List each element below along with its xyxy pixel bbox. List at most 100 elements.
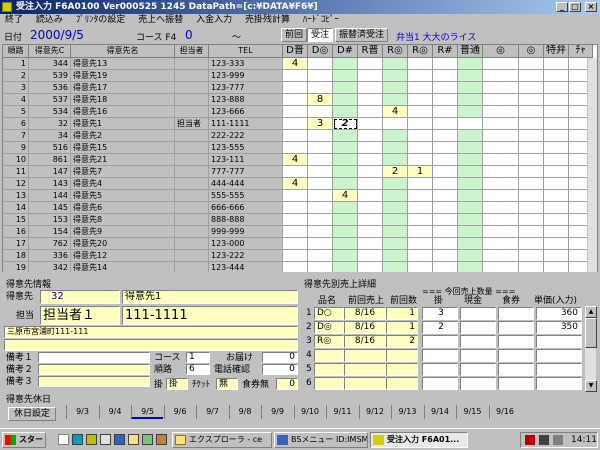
- meal-ticket-field[interactable]: 0: [276, 378, 298, 390]
- detail-ticket-input[interactable]: [498, 349, 534, 362]
- qty-cell-r-regular[interactable]: [358, 118, 383, 130]
- qty-cell-r-double[interactable]: [408, 190, 433, 202]
- qty-cell-r-sharp[interactable]: [433, 118, 458, 130]
- qty-cell-r-sharp[interactable]: [433, 94, 458, 106]
- qty-cell-normal[interactable]: [458, 94, 483, 106]
- table-row[interactable]: 18 336 得意先12 123-222: [3, 250, 597, 262]
- grid-scrollbar[interactable]: [587, 58, 597, 272]
- task-bs-menu[interactable]: BSメニュー ID:IMSME...: [274, 432, 368, 448]
- qty-cell-d-regular[interactable]: 4: [283, 178, 308, 190]
- qty-cell-d-sharp[interactable]: [333, 130, 358, 142]
- menu-payment-input[interactable]: 入金入力: [191, 14, 237, 27]
- holiday-day[interactable]: 9/10: [293, 405, 326, 419]
- col-d-circle[interactable]: D◎: [308, 45, 333, 58]
- detail-unit-price[interactable]: [536, 363, 582, 376]
- qty-cell-r-circle[interactable]: [383, 94, 408, 106]
- qty-cell-r-sharp[interactable]: [433, 250, 458, 262]
- holiday-settings-button[interactable]: 休日設定: [8, 407, 56, 421]
- qty-cell-r-regular[interactable]: [358, 226, 383, 238]
- qty-cell-r-regular[interactable]: [358, 58, 383, 70]
- qty-cell-d-circle[interactable]: [308, 238, 333, 250]
- course-field-2[interactable]: 1: [186, 352, 210, 363]
- qty-cell-double[interactable]: [519, 118, 544, 130]
- qty-cell-d-sharp[interactable]: [333, 214, 358, 226]
- qty-cell-r-sharp[interactable]: [433, 130, 458, 142]
- detail-ticket-input[interactable]: [498, 363, 534, 376]
- qty-cell-d-regular[interactable]: [283, 70, 308, 82]
- course-field[interactable]: 0: [185, 28, 193, 42]
- qty-cell-d-sharp[interactable]: [333, 94, 358, 106]
- qty-cell-r-circle[interactable]: [383, 238, 408, 250]
- qty-cell-r-circle[interactable]: [383, 154, 408, 166]
- qty-cell-double[interactable]: [519, 94, 544, 106]
- menu-transfer-to-sales[interactable]: 売上へ振替: [133, 14, 188, 27]
- col-d-sharp[interactable]: D#: [333, 45, 358, 58]
- qty-cell-special[interactable]: [544, 226, 569, 238]
- tel-field[interactable]: 111-1111: [122, 306, 298, 325]
- tab-order[interactable]: 受注: [307, 28, 334, 42]
- qty-cell-double[interactable]: [519, 202, 544, 214]
- detail-unit-price[interactable]: 350: [536, 321, 582, 334]
- qty-cell-special[interactable]: [544, 202, 569, 214]
- col-tel[interactable]: TEL: [209, 45, 283, 58]
- table-row[interactable]: 4 537 得意先18 123-888 8: [3, 94, 597, 106]
- holiday-day[interactable]: 9/5: [131, 405, 163, 419]
- qty-cell-r-circle[interactable]: 2: [383, 166, 408, 178]
- detail-scrollbar[interactable]: ▲ ▼: [584, 306, 597, 392]
- volume-icon[interactable]: [553, 435, 563, 445]
- qty-cell-d-circle[interactable]: [308, 202, 333, 214]
- holiday-day[interactable]: 9/9: [261, 405, 293, 419]
- qty-cell-d-sharp[interactable]: [333, 82, 358, 94]
- qty-cell-normal[interactable]: [458, 166, 483, 178]
- qty-cell-double[interactable]: [519, 226, 544, 238]
- qty-cell-r-circle[interactable]: [383, 202, 408, 214]
- qty-cell-r-regular[interactable]: [358, 238, 383, 250]
- table-row[interactable]: 1 344 得意先13 123-333 4: [3, 58, 597, 70]
- qty-cell-d-regular[interactable]: [283, 202, 308, 214]
- qty-cell-double[interactable]: [519, 106, 544, 118]
- qty-cell-d-sharp[interactable]: [333, 142, 358, 154]
- qty-cell-special[interactable]: [544, 238, 569, 250]
- menu-hardcopy[interactable]: ﾊｰﾄﾞｺﾋﾟｰ: [298, 14, 344, 27]
- qty-cell-normal[interactable]: [458, 130, 483, 142]
- table-row[interactable]: 16 154 得意先9 999-999: [3, 226, 597, 238]
- qty-cell-r-regular[interactable]: [358, 130, 383, 142]
- col-r-double[interactable]: R◎: [408, 45, 433, 58]
- qty-cell-d-regular[interactable]: 4: [283, 58, 308, 70]
- detail-ticket-input[interactable]: [498, 307, 534, 320]
- col-normal[interactable]: 普通: [458, 45, 483, 58]
- qty-cell-r-regular[interactable]: [358, 106, 383, 118]
- qty-cell-r-sharp[interactable]: [433, 226, 458, 238]
- detail-kake-input[interactable]: [422, 377, 458, 390]
- qty-cell-special[interactable]: [544, 154, 569, 166]
- qty-cell-r-circle[interactable]: [383, 82, 408, 94]
- note2-field[interactable]: [38, 364, 150, 375]
- qty-cell-r-regular[interactable]: [358, 70, 383, 82]
- folder-quick-icon[interactable]: [114, 434, 125, 445]
- qty-cell-r-sharp[interactable]: [433, 82, 458, 94]
- qty-cell-r-double[interactable]: [408, 94, 433, 106]
- detail-cash-input[interactable]: [460, 377, 496, 390]
- qty-cell-circle[interactable]: [483, 82, 519, 94]
- qty-cell-r-sharp[interactable]: [433, 190, 458, 202]
- qty-cell-r-regular[interactable]: [358, 178, 383, 190]
- col-circle[interactable]: ◎: [483, 45, 519, 58]
- qty-cell-d-circle[interactable]: [308, 142, 333, 154]
- qty-cell-circle[interactable]: [483, 214, 519, 226]
- qty-cell-circle[interactable]: [483, 166, 519, 178]
- qty-cell-r-circle[interactable]: [383, 214, 408, 226]
- qty-cell-double[interactable]: [519, 250, 544, 262]
- qty-cell-double[interactable]: [519, 238, 544, 250]
- qty-cell-r-double[interactable]: [408, 118, 433, 130]
- qty-cell-d-regular[interactable]: [283, 214, 308, 226]
- start-button[interactable]: スタート: [2, 432, 46, 448]
- qty-cell-d-sharp[interactable]: [333, 178, 358, 190]
- qty-cell-d-regular[interactable]: [283, 226, 308, 238]
- qty-cell-normal[interactable]: [458, 202, 483, 214]
- note3-field[interactable]: [38, 376, 150, 387]
- detail-ticket-input[interactable]: [498, 377, 534, 390]
- ie-icon[interactable]: [58, 434, 69, 445]
- detail-kake-input[interactable]: 3: [422, 307, 458, 320]
- qty-cell-d-circle[interactable]: [308, 58, 333, 70]
- qty-cell-d-sharp[interactable]: [333, 238, 358, 250]
